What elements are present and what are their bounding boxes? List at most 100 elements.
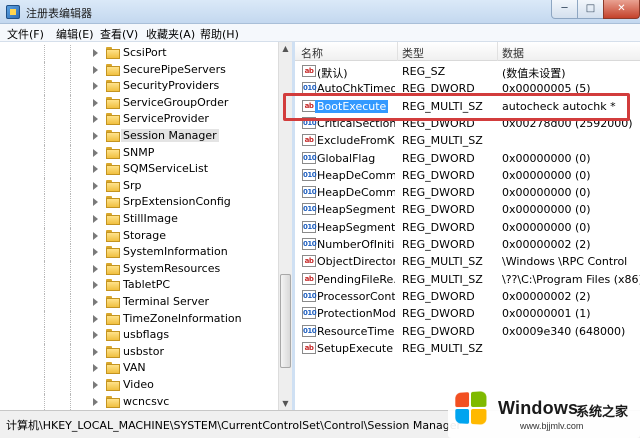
expand-arrow-icon[interactable] (93, 165, 98, 174)
expand-arrow-icon[interactable] (93, 298, 98, 306)
expand-arrow-icon[interactable] (93, 198, 98, 207)
tree-item[interactable]: TabletPC (0, 277, 278, 294)
tree-item[interactable]: ServiceGroupOrder (0, 94, 278, 112)
tree-guide-line (70, 111, 71, 128)
value-row[interactable]: ab SetupExecute REG_MULTI_SZ (295, 340, 640, 357)
expand-arrow-icon[interactable] (93, 281, 98, 290)
tree-item[interactable]: SystemResources (0, 260, 278, 278)
tree-item-label: SecurityProviders (123, 79, 220, 93)
expand-arrow-icon[interactable] (93, 65, 98, 74)
expand-arrow-icon[interactable] (93, 347, 98, 356)
value-row[interactable]: abExcludeFromK... REG_MULTI_SZ (295, 132, 640, 149)
tree-item[interactable]: SQMServiceList (0, 161, 278, 178)
value-row[interactable]: 010HeapSegment... REG_DWORD 0x00000000 (0) (295, 219, 640, 236)
expand-arrow-icon[interactable] (93, 115, 98, 124)
value-row[interactable]: 010ProcessorCont... REG_DWORD 0x00000002 (… (295, 288, 640, 305)
column-divider[interactable] (397, 42, 398, 61)
maximize-button[interactable]: □ (577, 0, 604, 19)
value-row[interactable]: 010 GlobalFlag REG_DWORD 0x00000000 (0) (295, 150, 640, 167)
tree-item[interactable]: usbstor (0, 343, 278, 361)
tree-guide-line (44, 294, 45, 311)
binary-value-icon: 010 (302, 324, 317, 337)
tree-item[interactable]: VAN (0, 360, 278, 377)
menu-favorites[interactable]: 收藏夹(A) (146, 26, 195, 42)
value-row[interactable]: 010HeapSegment... REG_DWORD 0x00000000 (0) (295, 201, 640, 218)
tree-item[interactable]: SystemInformation (0, 244, 278, 261)
menu-view[interactable]: 查看(V) (100, 26, 138, 42)
tree-guide-line (70, 177, 71, 195)
tree-item[interactable]: wcncsvc (0, 393, 278, 410)
tree-item[interactable]: Video (0, 377, 278, 394)
expand-arrow-icon[interactable] (93, 215, 98, 223)
tree-item[interactable]: usbflags (0, 327, 278, 344)
tree-item[interactable]: SecurePipeServers (0, 61, 278, 79)
value-data: 0x00000000 (0) (502, 203, 591, 217)
registry-key-tree[interactable]: ScsiPort SecurePipeServers SecurityProvide… (0, 42, 292, 410)
value-row[interactable]: 010ResourceTime... REG_DWORD 0x0009e340 (6… (295, 323, 640, 340)
expand-arrow-icon[interactable] (93, 314, 98, 323)
tree-guide-line (70, 327, 71, 344)
menu-bar: 文件(F) 编辑(E) 查看(V) 收藏夹(A) 帮助(H) (0, 24, 640, 42)
value-row[interactable]: 010HeapDeComm... REG_DWORD 0x00000000 (0) (295, 184, 640, 201)
expand-arrow-icon[interactable] (93, 331, 98, 340)
tree-item-label: usbstor (123, 344, 164, 358)
menu-help[interactable]: 帮助(H) (200, 26, 239, 42)
tree-item[interactable]: SecurityProviders (0, 78, 278, 95)
expand-arrow-icon[interactable] (93, 82, 98, 91)
column-header-type[interactable]: 类型 (402, 45, 424, 61)
tree-item[interactable]: StillImage (0, 211, 278, 228)
tree-item[interactable]: ServiceProvider (0, 111, 278, 128)
tree-item-label: ScsiPort (123, 46, 167, 59)
expand-arrow-icon[interactable] (93, 231, 98, 240)
value-row[interactable]: ab (默认) REG_SZ (数值未设置) (295, 63, 640, 80)
value-data: 0x00000002 (2) (502, 289, 591, 303)
tree-item-label: ServiceGroupOrder (123, 95, 229, 109)
tree-item[interactable]: TimeZoneInformation (0, 310, 278, 328)
value-row[interactable]: 010 ProtectionMode REG_DWORD 0x00000001 (1) (295, 305, 640, 322)
folder-icon (106, 362, 120, 375)
expand-arrow-icon[interactable] (93, 397, 98, 406)
tree-item-label: SQMServiceList (123, 162, 209, 176)
tree-item[interactable]: SNMP (0, 144, 278, 162)
value-row[interactable]: 010NumberOfIniti... REG_DWORD 0x00000002 (… (295, 236, 640, 253)
expand-arrow-icon[interactable] (93, 248, 98, 257)
value-type: REG_MULTI_SZ (402, 341, 483, 355)
value-name: HeapSegment... (317, 203, 395, 217)
tree-item-label: Terminal Server (123, 295, 210, 308)
tree-item[interactable]: Storage (0, 227, 278, 245)
scroll-down-arrow-icon[interactable]: ▼ (281, 399, 290, 408)
expand-arrow-icon[interactable] (93, 148, 98, 157)
menu-file[interactable]: 文件(F) (7, 26, 44, 42)
close-button[interactable]: ✕ (603, 0, 640, 19)
value-type: REG_DWORD (402, 324, 475, 338)
scroll-up-arrow-icon[interactable]: ▲ (281, 44, 290, 53)
expand-arrow-icon[interactable] (93, 364, 98, 373)
minimize-button[interactable]: ─ (551, 0, 578, 19)
expand-arrow-icon[interactable] (93, 49, 98, 57)
value-row[interactable]: 010HeapDeComm... REG_DWORD 0x00000000 (0) (295, 167, 640, 184)
value-type: REG_DWORD (402, 238, 475, 251)
expand-arrow-icon[interactable] (93, 381, 98, 389)
scroll-thumb[interactable] (280, 274, 291, 368)
menu-edit[interactable]: 编辑(E) (56, 26, 94, 42)
expand-arrow-icon[interactable] (93, 98, 98, 107)
expand-arrow-icon[interactable] (93, 181, 98, 190)
tree-item[interactable]: ScsiPort (0, 45, 278, 62)
value-row[interactable]: abObjectDirector... REG_MULTI_SZ \Windows … (295, 253, 640, 270)
red-highlight-box (283, 93, 630, 121)
column-header-name[interactable]: 名称 (301, 45, 323, 61)
tree-item[interactable]: Session Manager (0, 128, 278, 145)
column-header-data[interactable]: 数据 (502, 45, 524, 61)
folder-icon (106, 179, 120, 192)
expand-arrow-icon[interactable] (93, 132, 98, 140)
folder-icon (106, 296, 120, 308)
tree-guide-line (44, 144, 45, 162)
tree-item[interactable]: SrpExtensionConfig (0, 194, 278, 211)
tree-item[interactable]: Terminal Server (0, 294, 278, 311)
value-row[interactable]: abPendingFileRe... REG_MULTI_SZ \??\C:\Pro… (295, 271, 640, 288)
tree-item-label: SNMP (123, 145, 155, 159)
expand-arrow-icon[interactable] (93, 264, 98, 273)
tree-item[interactable]: Srp (0, 177, 278, 195)
watermark-site-name: 系统之家 (576, 405, 629, 420)
column-divider[interactable] (497, 42, 498, 61)
